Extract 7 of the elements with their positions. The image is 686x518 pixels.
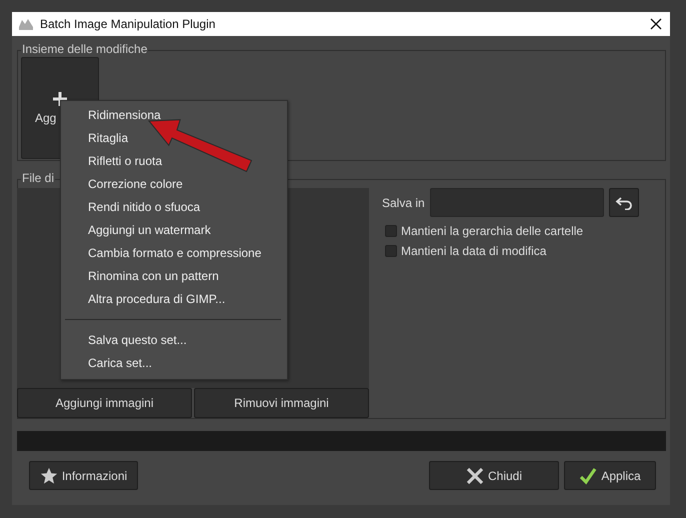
section-title: Insieme delle modifiche — [21, 42, 148, 56]
tile-label: Agg — [35, 111, 56, 125]
section-title: File di — [21, 171, 56, 185]
checkbox-label: Mantieni la gerarchia delle cartelle — [401, 224, 584, 238]
checkbox-label: Mantieni la data di modifica — [401, 244, 546, 258]
window-title: Batch Image Manipulation Plugin — [40, 17, 216, 31]
field-label: Salva in — [382, 196, 425, 210]
